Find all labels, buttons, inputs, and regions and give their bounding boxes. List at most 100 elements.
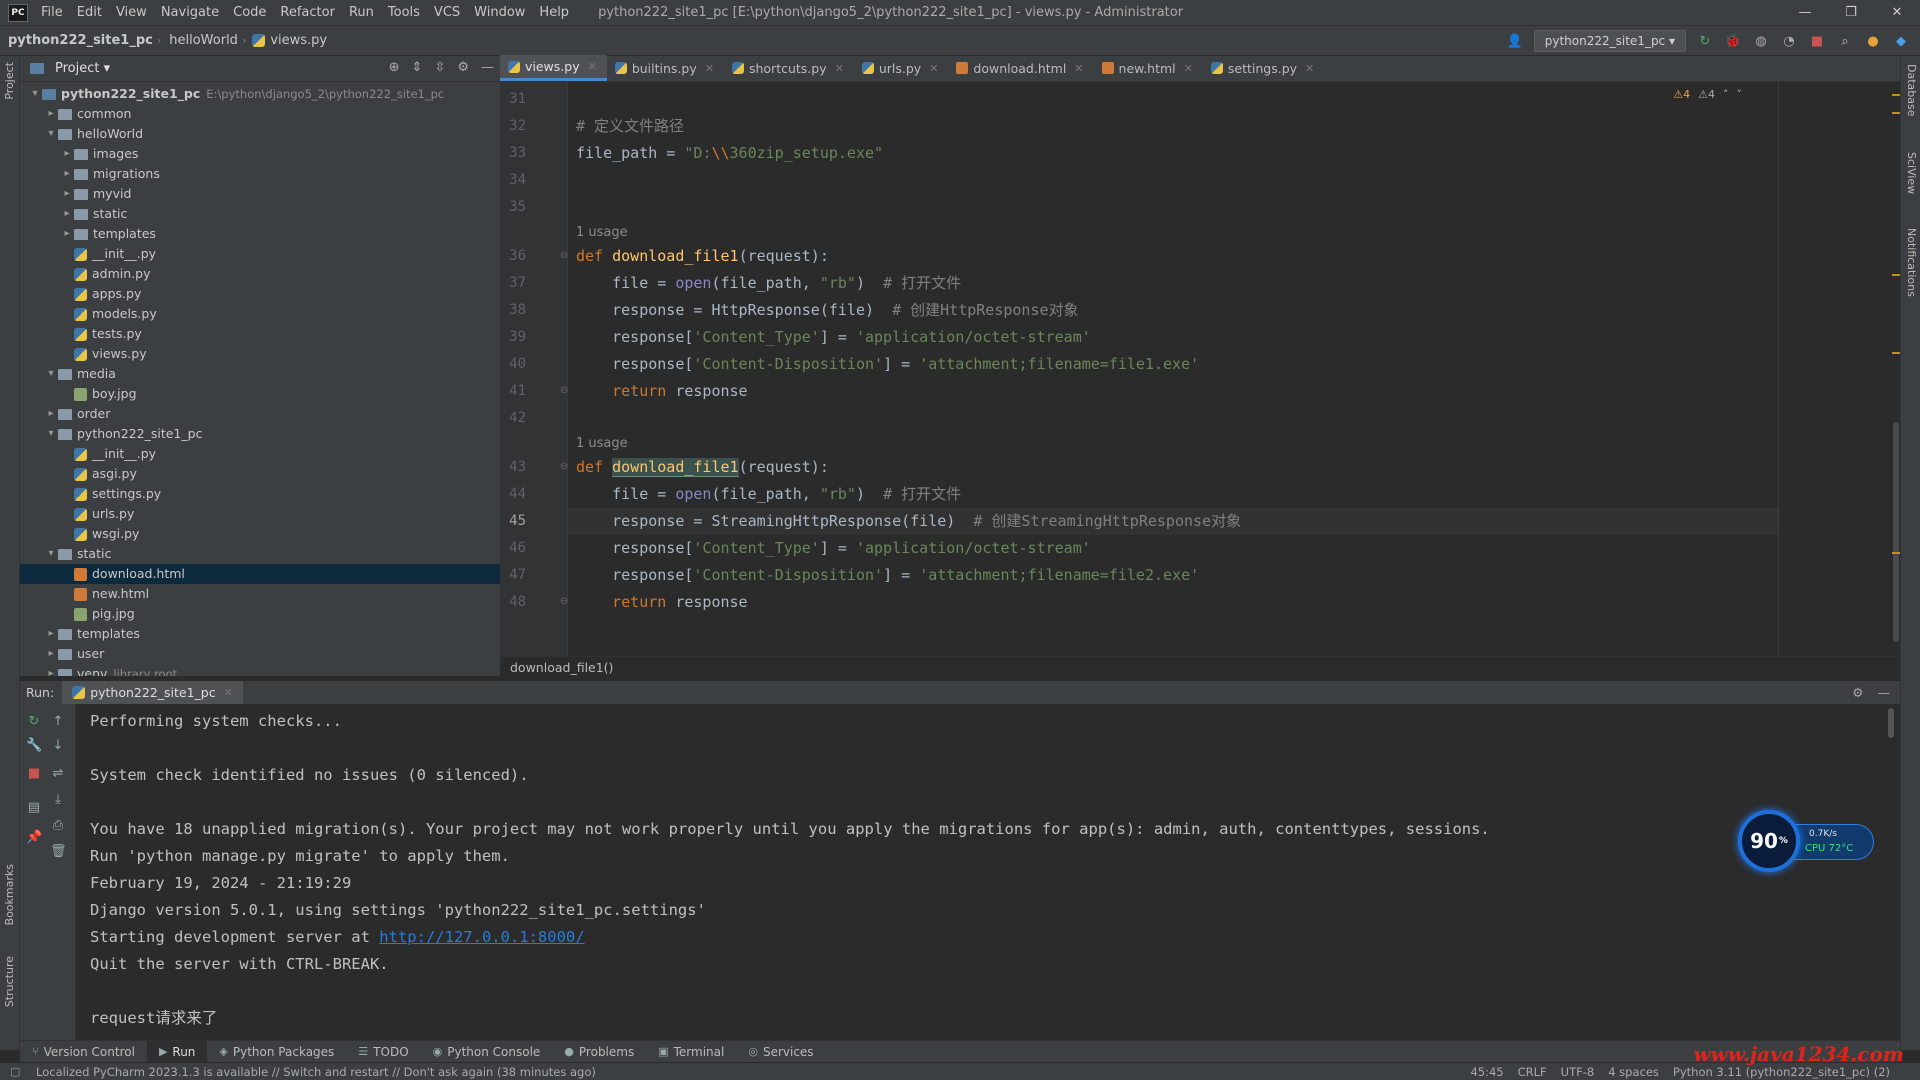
line-number[interactable]: 44: [500, 481, 526, 508]
menu-refactor[interactable]: Refactor: [273, 0, 342, 26]
code-line[interactable]: [568, 194, 1778, 221]
editor-tab[interactable]: settings.py ✕: [1203, 55, 1324, 81]
tree-item[interactable]: ▸ templates: [20, 224, 500, 244]
up-icon[interactable]: ↑: [50, 714, 66, 730]
close-icon[interactable]: ✕: [1184, 62, 1193, 75]
line-number[interactable]: 36: [500, 243, 526, 270]
tool-window-services[interactable]: ◎ Services: [736, 1041, 825, 1063]
menu-file[interactable]: File: [34, 0, 70, 26]
code-line[interactable]: response['Content-Disposition'] = 'attac…: [568, 562, 1778, 589]
code-line[interactable]: response = HttpResponse(file) # 创建HttpRe…: [568, 297, 1778, 324]
tree-item[interactable]: ▾ python222_site1_pc: [20, 424, 500, 444]
menu-vcs[interactable]: VCS: [427, 0, 467, 26]
code-line[interactable]: response['Content_Type'] = 'application/…: [568, 324, 1778, 351]
line-number[interactable]: 39: [500, 324, 526, 351]
tree-item[interactable]: __init__.py: [20, 444, 500, 464]
warning-stripe[interactable]: [1892, 274, 1900, 276]
project-tool-button[interactable]: Project: [3, 62, 16, 100]
locate-icon[interactable]: ⊕: [389, 60, 400, 75]
line-number[interactable]: 47: [500, 562, 526, 589]
run-console-output[interactable]: Performing system checks... System check …: [76, 704, 1894, 1050]
code-line[interactable]: response['Content_Type'] = 'application/…: [568, 535, 1778, 562]
coverage-icon[interactable]: ◍: [1752, 32, 1770, 50]
line-number[interactable]: 46: [500, 535, 526, 562]
tool-window-version-control[interactable]: ⑂ Version Control: [20, 1041, 147, 1063]
updates-icon[interactable]: ●: [1864, 32, 1882, 50]
line-number[interactable]: 37: [500, 270, 526, 297]
editor-tab[interactable]: download.html ✕: [948, 55, 1093, 81]
jetbrains-logo-icon[interactable]: ◆: [1892, 32, 1910, 50]
sciview-tool-button[interactable]: SciView: [1905, 152, 1918, 194]
editor-tab[interactable]: new.html ✕: [1094, 55, 1203, 81]
chevron-down-icon[interactable]: ▾: [44, 544, 58, 564]
restore-icon[interactable]: ❐: [1828, 0, 1874, 26]
tree-item[interactable]: ▸ order: [20, 404, 500, 424]
line-number[interactable]: 41: [500, 378, 526, 405]
warning-stripe[interactable]: [1892, 112, 1900, 114]
menu-help[interactable]: Help: [532, 0, 576, 26]
line-number[interactable]: 38: [500, 297, 526, 324]
usage-hint[interactable]: 1 usage: [576, 434, 628, 454]
editor-scrollbar-thumb[interactable]: [1893, 422, 1899, 642]
tree-item[interactable]: download.html: [20, 564, 500, 584]
line-number[interactable]: 31: [500, 86, 526, 113]
tree-item[interactable]: ▸ common: [20, 104, 500, 124]
code-line[interactable]: file = open(file_path, "rb") # 打开文件: [568, 270, 1778, 297]
code-line[interactable]: response = StreamingHttpResponse(file) #…: [568, 508, 1778, 535]
chevron-down-icon[interactable]: ▾: [44, 124, 58, 144]
warning-stripe[interactable]: [1892, 352, 1900, 354]
menu-window[interactable]: Window: [467, 0, 532, 26]
pin-icon[interactable]: 📌: [26, 830, 42, 846]
code-line[interactable]: file = open(file_path, "rb") # 打开文件: [568, 481, 1778, 508]
close-icon[interactable]: ✕: [835, 62, 844, 75]
tool-window-run[interactable]: ▶ Run: [146, 1040, 208, 1063]
rerun-icon[interactable]: ↻: [26, 714, 42, 730]
tree-item[interactable]: tests.py: [20, 324, 500, 344]
tree-item[interactable]: admin.py: [20, 264, 500, 284]
warning-stripe[interactable]: [1892, 94, 1900, 96]
trash-icon[interactable]: 🗑: [50, 844, 67, 860]
breadcrumb-project[interactable]: python222_site1_pc: [0, 33, 157, 48]
chevron-right-icon[interactable]: ▸: [60, 164, 74, 184]
database-tool-button[interactable]: Database: [1905, 64, 1918, 117]
tree-item[interactable]: wsgi.py: [20, 524, 500, 544]
chevron-right-icon[interactable]: ▸: [44, 404, 58, 424]
stop-icon[interactable]: ■: [1808, 32, 1826, 50]
stop-icon[interactable]: ■: [26, 766, 42, 782]
editor-tab[interactable]: urls.py ✕: [854, 55, 949, 81]
chevron-right-icon[interactable]: ▸: [60, 144, 74, 164]
tree-item[interactable]: ▾ media: [20, 364, 500, 384]
chevron-down-icon[interactable]: ▾: [28, 84, 42, 104]
close-icon[interactable]: ✕: [929, 62, 938, 75]
status-toggle-icon[interactable]: ▢: [10, 1065, 20, 1078]
minimize-icon[interactable]: —: [1782, 0, 1828, 26]
tree-item[interactable]: boy.jpg: [20, 384, 500, 404]
tree-item[interactable]: ▸ images: [20, 144, 500, 164]
run-configuration-select[interactable]: python222_site1_pc ▾: [1533, 30, 1686, 52]
menu-view[interactable]: View: [109, 0, 154, 26]
scroll-to-end-icon[interactable]: ⤓: [50, 792, 66, 808]
hide-icon[interactable]: —: [481, 60, 494, 75]
layout-icon[interactable]: ▤: [26, 800, 42, 816]
tool-window-python-console[interactable]: ◉ Python Console: [421, 1041, 553, 1063]
rerun-icon[interactable]: ↻: [1696, 32, 1714, 50]
tree-item[interactable]: ▸ templates: [20, 624, 500, 644]
tree-item[interactable]: ▾ python222_site1_pc E:\python\django5_2\p…: [20, 84, 500, 104]
wrench-icon[interactable]: 🔧: [26, 738, 42, 754]
soft-wrap-icon[interactable]: ⇌: [50, 766, 66, 782]
line-separator[interactable]: CRLF: [1518, 1065, 1547, 1079]
line-number[interactable]: 48: [500, 589, 526, 616]
line-number[interactable]: 40: [500, 351, 526, 378]
breadcrumb-module[interactable]: helloWorld: [161, 33, 242, 48]
tree-item[interactable]: ▾ helloWorld: [20, 124, 500, 144]
tree-item[interactable]: settings.py: [20, 484, 500, 504]
tree-item[interactable]: ▸ user: [20, 644, 500, 664]
breadcrumb-file[interactable]: views.py: [270, 33, 331, 48]
line-number[interactable]: 32: [500, 113, 526, 140]
close-icon[interactable]: ✕: [588, 60, 597, 73]
menu-code[interactable]: Code: [226, 0, 273, 26]
editor-scrollbar[interactable]: [1892, 82, 1900, 656]
code-editor[interactable]: ⚠4 ⚠4 ˄ ˅ # 定义文件路径 file_path = "D:\\360zi…: [568, 82, 1778, 656]
collapse-all-icon[interactable]: ⇳: [434, 60, 445, 75]
code-line[interactable]: response['Content-Disposition'] = 'attac…: [568, 351, 1778, 378]
